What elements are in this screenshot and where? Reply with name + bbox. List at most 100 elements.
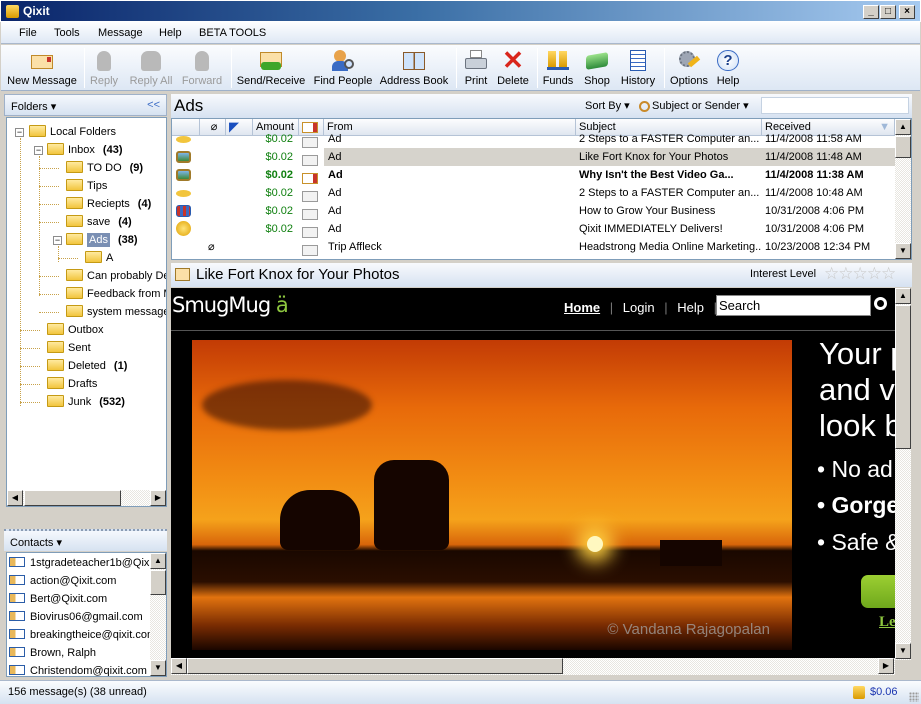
preview-horizontal-scrollbar[interactable]: ◀ ▶	[171, 658, 895, 675]
learn-more-link[interactable]: Le	[879, 614, 895, 631]
folders-horizontal-scrollbar[interactable]: ◀ ▶	[7, 490, 166, 506]
folder-outbox[interactable]: Outbox	[47, 321, 103, 339]
scroll-down-button[interactable]: ▼	[895, 243, 911, 259]
nav-login-link[interactable]: Login	[623, 300, 655, 315]
help-button[interactable]: ? Help	[713, 47, 743, 89]
folders-dropdown[interactable]: Folders ▾	[11, 100, 56, 113]
message-row[interactable]: $0.02 Ad Like Fort Knox for Your Photos 11/…	[172, 148, 895, 166]
folder-sent[interactable]: Sent	[47, 339, 91, 357]
menu-message[interactable]: Message	[98, 27, 143, 39]
collapse-ads[interactable]: −	[53, 236, 62, 245]
message-list-scrollbar[interactable]: ▲ ▼	[895, 119, 911, 259]
message-row[interactable]: $0.02 Ad How to Grow Your Business 10/31/20…	[172, 202, 895, 220]
folder-system-messages[interactable]: system messages	[66, 303, 166, 321]
maximize-button[interactable]: □	[880, 5, 896, 19]
reply-all-button[interactable]: Reply All	[126, 47, 176, 89]
ad-bullet: • No ad	[817, 456, 893, 482]
folder-icon	[85, 251, 102, 264]
search-scope-dropdown[interactable]: Subject or Sender ▾	[639, 99, 749, 112]
shop-button[interactable]: Shop	[580, 47, 614, 89]
folder-junk[interactable]: Junk (532)	[47, 393, 125, 411]
star-icon[interactable]: ☆	[853, 264, 868, 283]
funds-icon	[545, 49, 571, 73]
balance-status[interactable]: $0.06	[870, 686, 898, 698]
folder-a[interactable]: A	[85, 249, 113, 267]
folder-drafts[interactable]: Drafts	[47, 375, 97, 393]
resize-grip[interactable]	[909, 692, 919, 702]
scroll-thumb[interactable]	[895, 305, 911, 449]
new-message-button[interactable]: New Message	[4, 47, 80, 89]
delete-button[interactable]: ✕ Delete	[495, 47, 531, 89]
message-row[interactable]: $0.02 Ad 2 Steps to a FASTER Computer an..…	[172, 184, 895, 202]
folder-inbox[interactable]: Inbox (43)	[47, 141, 122, 159]
find-people-button[interactable]: Find People	[312, 47, 374, 89]
scroll-down-button[interactable]: ▼	[150, 660, 166, 676]
scroll-up-button[interactable]: ▲	[895, 119, 911, 135]
scroll-left-button[interactable]: ◀	[7, 490, 23, 506]
contacts-vertical-scrollbar[interactable]: ▲ ▼	[150, 553, 166, 676]
search-icon[interactable]	[874, 297, 887, 310]
menu-file[interactable]: File	[19, 27, 37, 39]
collapse-pane-button[interactable]: <<	[147, 99, 160, 111]
signup-button[interactable]	[861, 575, 895, 608]
smugmug-logo[interactable]: SmugMug ä	[172, 293, 289, 317]
message-search-input[interactable]	[761, 97, 909, 114]
contact-item[interactable]: Brown, Ralph	[9, 644, 96, 662]
message-row[interactable]: $0.02 Ad Qixit IMMEDIATELY Delivers! 10/31/…	[172, 220, 895, 238]
folder-to-do[interactable]: TO DO (9)	[66, 159, 143, 177]
star-icon[interactable]: ☆	[881, 264, 896, 283]
funds-button[interactable]: Funds	[541, 47, 575, 89]
nav-home-link[interactable]: Home	[564, 300, 600, 315]
forward-button[interactable]: Forward	[179, 47, 225, 89]
interest-level-rating[interactable]: ☆☆☆☆☆	[824, 264, 896, 284]
star-icon[interactable]: ☆	[824, 264, 839, 283]
folder-feedback[interactable]: Feedback from M	[66, 285, 166, 303]
scroll-down-button[interactable]: ▼	[895, 643, 911, 659]
history-button[interactable]: History	[618, 47, 658, 89]
message-row[interactable]: ⌀ Trip Affleck Headstrong Media Online Mar…	[172, 238, 895, 256]
sort-by-dropdown[interactable]: Sort By ▾	[585, 99, 630, 112]
collapse-inbox[interactable]: −	[34, 146, 43, 155]
message-row[interactable]: $0.02 Ad 2 Steps to a FASTER Computer an..…	[172, 130, 895, 148]
scroll-thumb[interactable]	[150, 570, 166, 595]
menu-beta-tools[interactable]: BETA TOOLS	[199, 27, 266, 39]
star-icon[interactable]: ☆	[838, 264, 853, 283]
contacts-dropdown[interactable]: Contacts ▾	[10, 536, 62, 549]
contact-item[interactable]: Bert@Qixit.com	[9, 590, 107, 608]
menu-tools[interactable]: Tools	[54, 27, 80, 39]
folder-reciepts[interactable]: Reciepts (4)	[66, 195, 151, 213]
folder-tips[interactable]: Tips	[66, 177, 107, 195]
menu-help[interactable]: Help	[159, 27, 182, 39]
contact-item[interactable]: 1stgradeteacher1b@Qixit.com	[9, 554, 166, 572]
nav-help-link[interactable]: Help	[677, 300, 704, 315]
folder-can-probably-delete[interactable]: Can probably Delete	[66, 267, 166, 285]
scroll-up-button[interactable]: ▲	[895, 288, 911, 304]
folder-save[interactable]: save (4)	[66, 213, 132, 231]
contact-item[interactable]: Biovirus06@gmail.com	[9, 608, 143, 626]
options-button[interactable]: Options	[668, 47, 710, 89]
close-button[interactable]: ×	[899, 5, 915, 19]
scroll-up-button[interactable]: ▲	[150, 553, 166, 569]
contact-item[interactable]: Christendom@qixit.com	[9, 662, 147, 676]
folder-local-folders[interactable]: Local Folders	[29, 123, 116, 141]
reply-button[interactable]: Reply	[87, 47, 121, 89]
print-button[interactable]: Print	[460, 47, 492, 89]
smugmug-search-input[interactable]: Search	[716, 295, 871, 316]
address-book-button[interactable]: Address Book	[378, 47, 450, 89]
folder-deleted[interactable]: Deleted (1)	[47, 357, 127, 375]
scroll-left-button[interactable]: ◀	[171, 658, 187, 674]
contact-item[interactable]: action@Qixit.com	[9, 572, 116, 590]
message-row[interactable]: $0.02 Ad Why Isn't the Best Video Ga... 11/…	[172, 166, 895, 184]
minimize-button[interactable]: _	[863, 5, 879, 19]
preview-vertical-scrollbar[interactable]: ▲ ▼	[895, 288, 911, 660]
scroll-right-button[interactable]: ▶	[150, 490, 166, 506]
star-icon[interactable]: ☆	[867, 264, 882, 283]
scroll-thumb[interactable]	[187, 658, 563, 674]
send-receive-button[interactable]: Send/Receive	[235, 47, 307, 89]
scroll-thumb[interactable]	[24, 490, 121, 506]
scroll-thumb[interactable]	[895, 136, 911, 158]
folder-ads[interactable]: Ads (38)	[66, 231, 138, 249]
collapse-local-folders[interactable]: −	[15, 128, 24, 137]
contact-item[interactable]: breakingtheice@qixit.com	[9, 626, 156, 644]
scroll-right-button[interactable]: ▶	[878, 658, 894, 674]
